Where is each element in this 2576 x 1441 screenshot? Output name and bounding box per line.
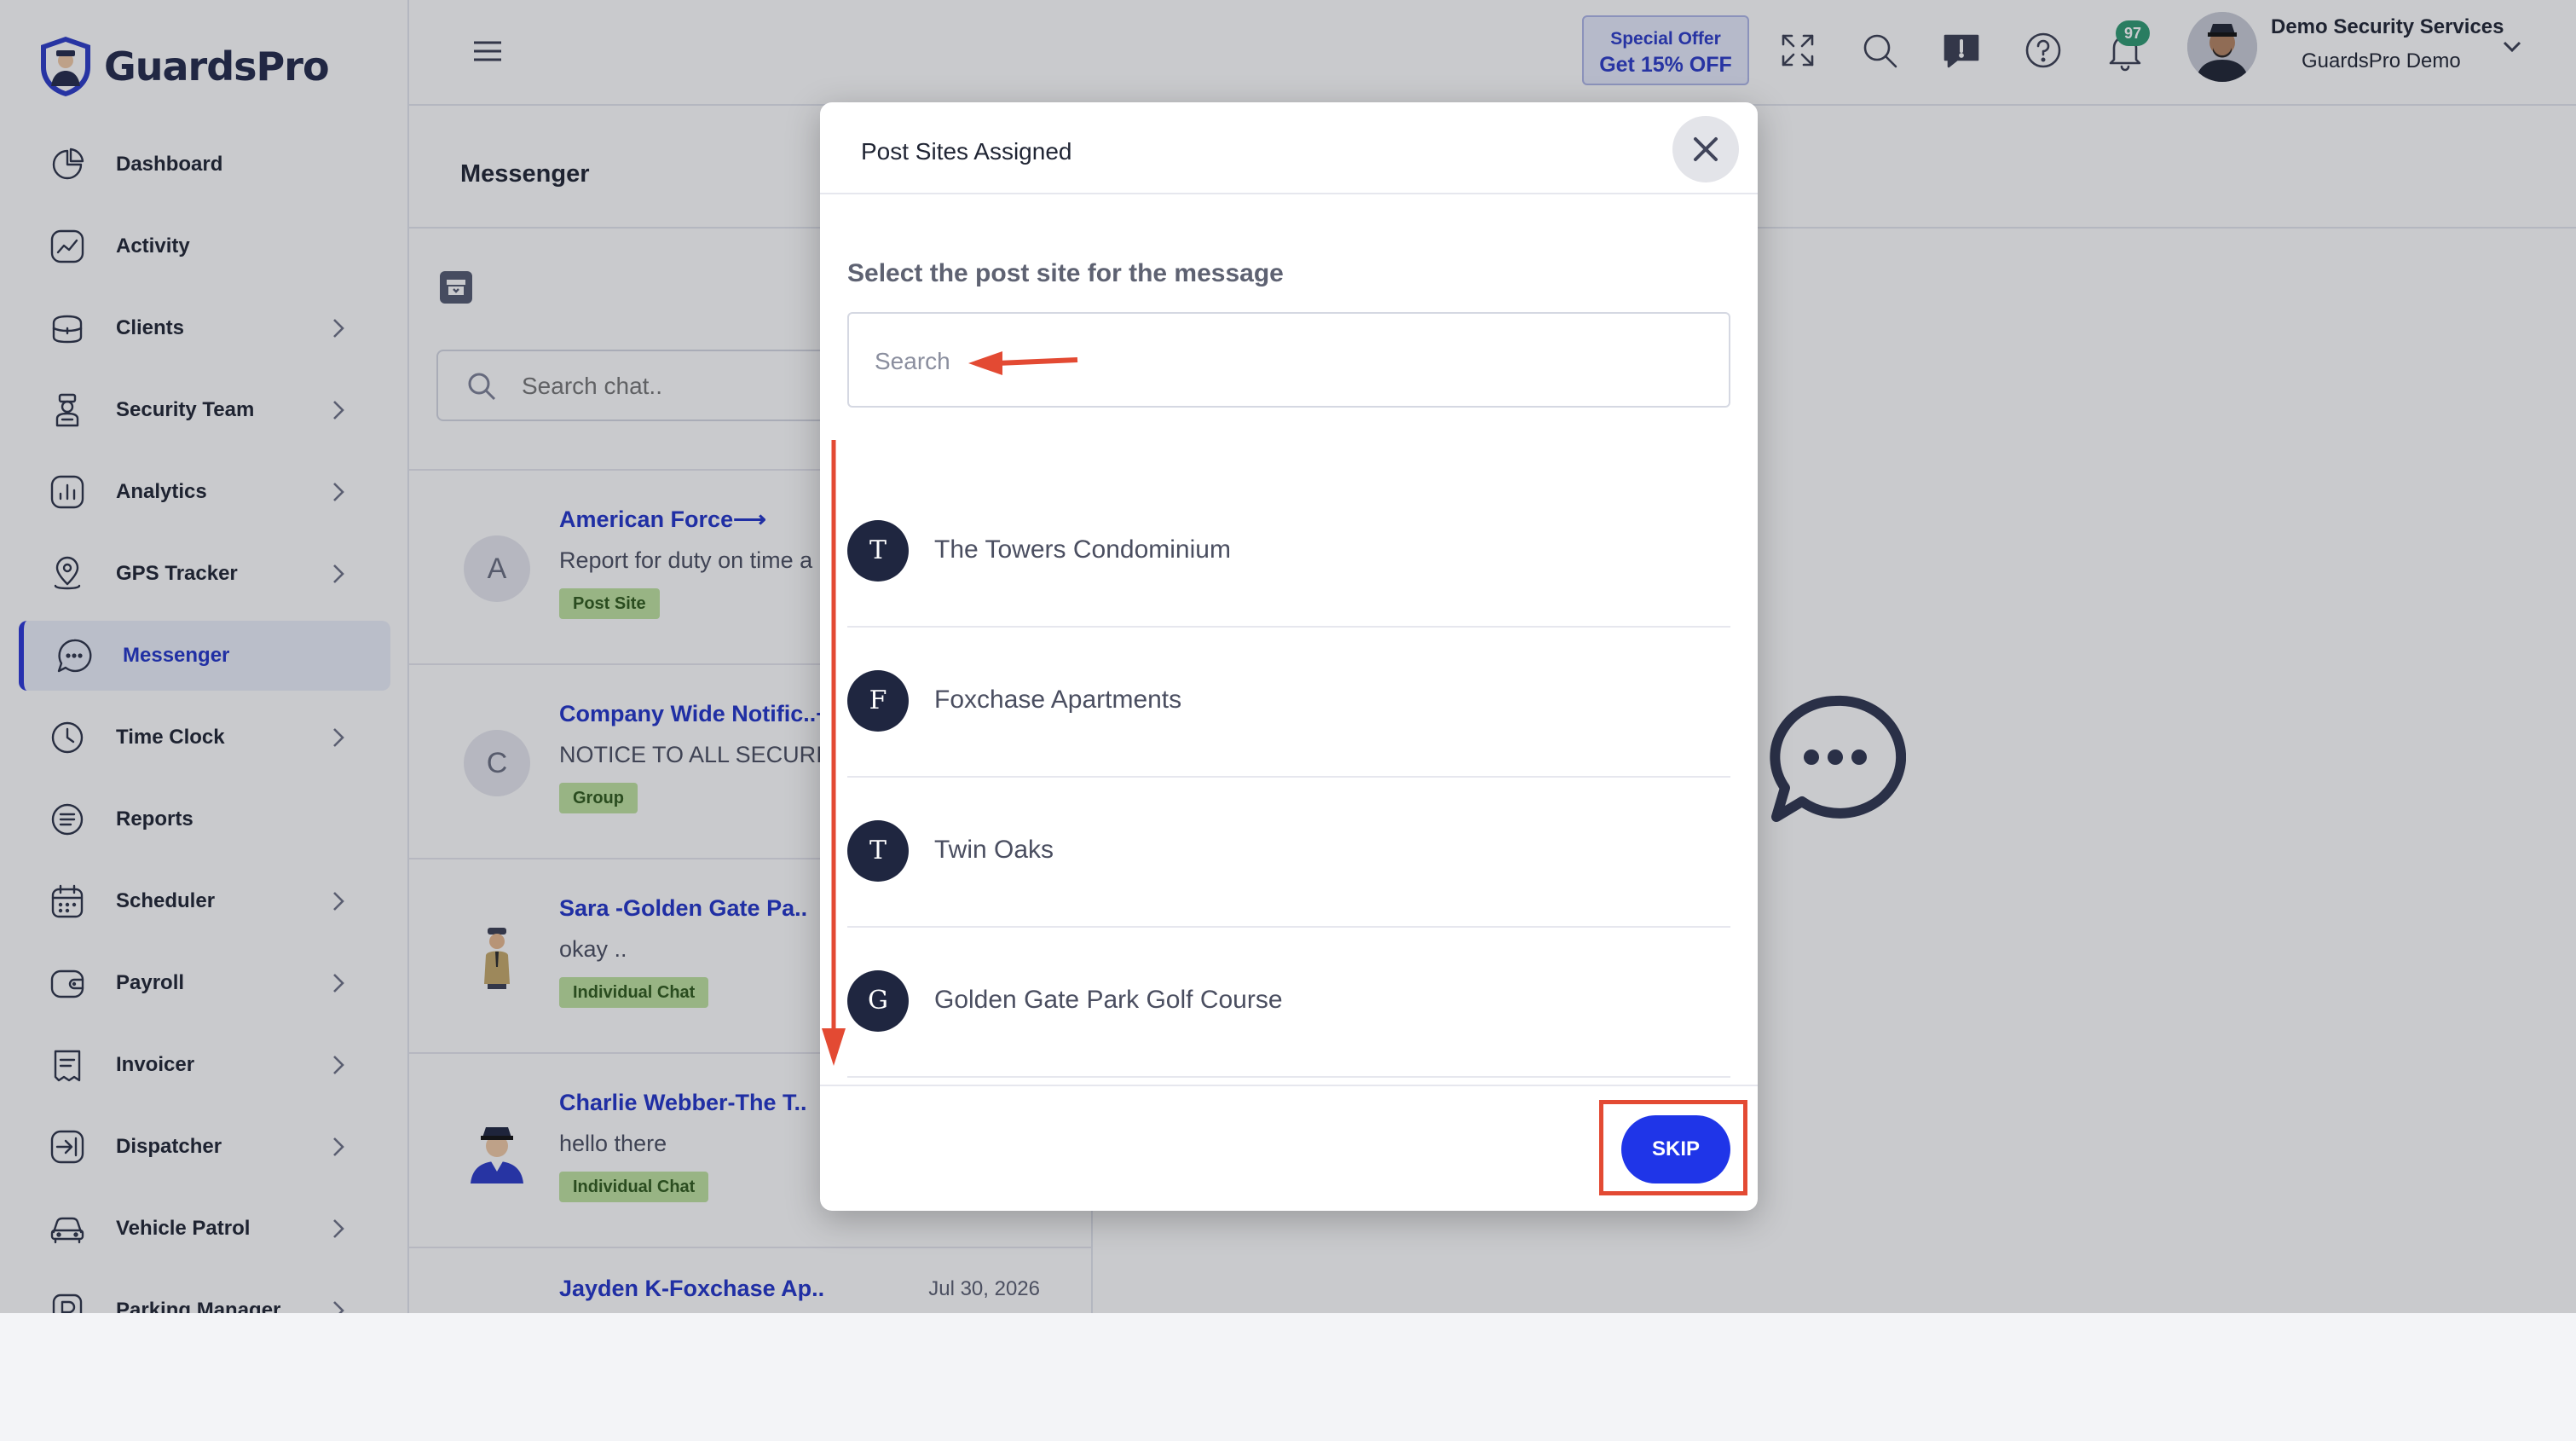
site-initial-avatar: T: [847, 820, 909, 882]
modal-header: Post Sites Assigned: [820, 102, 1758, 194]
post-site-item[interactable]: T The Towers Condominium: [847, 476, 1730, 628]
post-sites-modal: Post Sites Assigned Select the post site…: [820, 102, 1758, 1211]
modal-title: Post Sites Assigned: [861, 138, 1072, 165]
post-site-item[interactable]: F Foxchase Apartments: [847, 626, 1730, 778]
post-site-search-field[interactable]: [847, 312, 1730, 408]
skip-highlight-box: [1599, 1100, 1747, 1195]
site-initial-avatar: G: [847, 970, 909, 1032]
post-site-item[interactable]: T Twin Oaks: [847, 776, 1730, 928]
site-name: Golden Gate Park Golf Course: [934, 986, 1283, 1014]
site-initial-avatar: F: [847, 670, 909, 732]
post-site-search-input[interactable]: [873, 341, 1643, 382]
site-initial-avatar: T: [847, 520, 909, 582]
site-name: Foxchase Apartments: [934, 686, 1182, 714]
close-button[interactable]: [1672, 116, 1739, 182]
site-name: Twin Oaks: [934, 836, 1054, 864]
modal-subtitle: Select the post site for the message: [847, 259, 1284, 287]
post-site-item[interactable]: G Golden Gate Park Golf Course: [847, 926, 1730, 1078]
close-icon: [1694, 137, 1718, 161]
site-name: The Towers Condominium: [934, 535, 1231, 564]
